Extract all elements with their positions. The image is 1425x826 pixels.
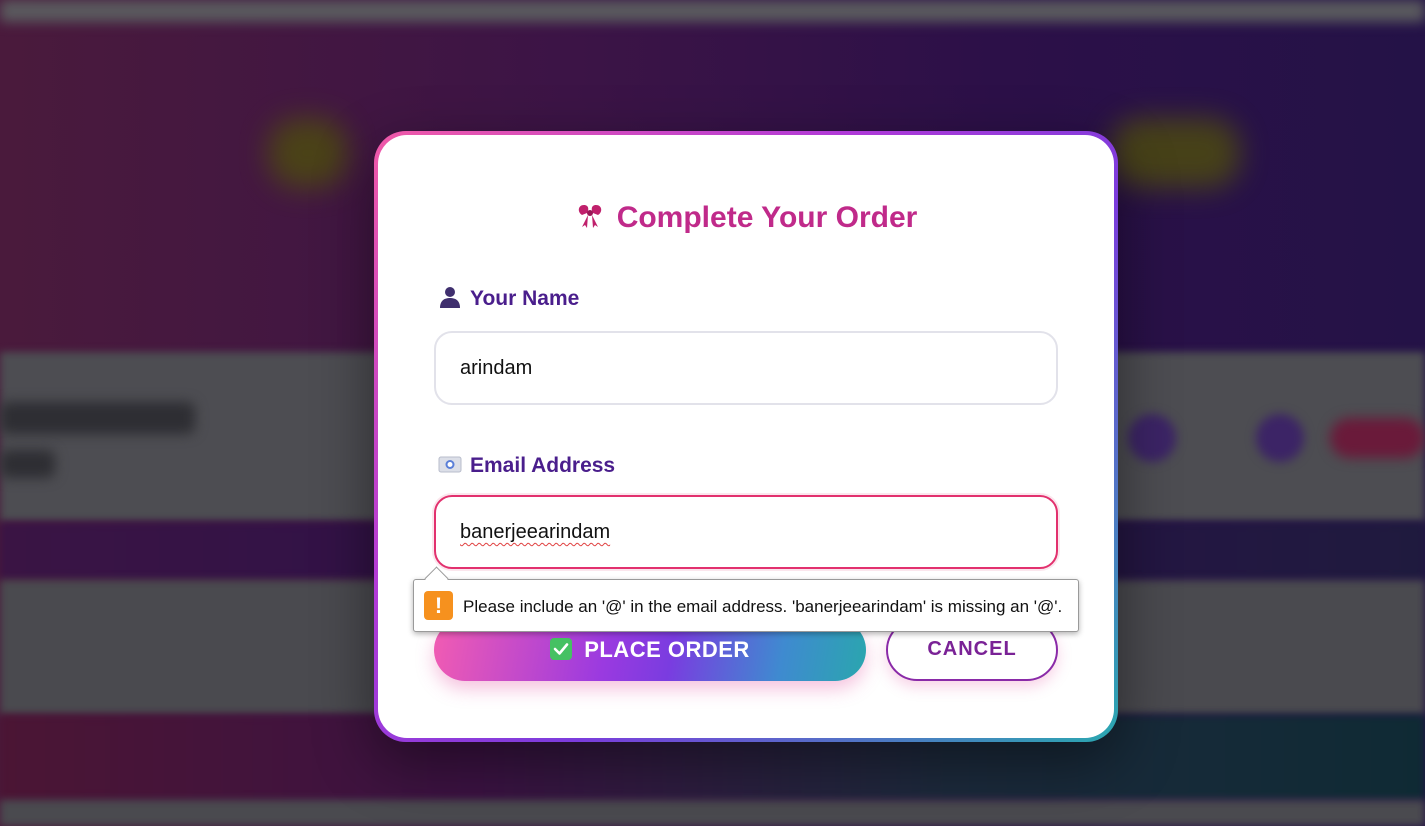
backdrop-title-blob: [268, 118, 348, 188]
backdrop-top-band: [0, 0, 1425, 22]
id-card-icon: [438, 456, 462, 473]
name-input[interactable]: arindam: [434, 331, 1058, 405]
backdrop-title-blob: [1110, 118, 1240, 188]
name-label: Your Name: [438, 285, 579, 311]
order-modal-frame: Complete Your Order Your Name arindam Em…: [374, 131, 1118, 742]
validation-tooltip: ! Please include an '@' in the email add…: [413, 579, 1079, 632]
backdrop-pink-blob: [1330, 418, 1425, 458]
email-input-value: banerjeearindam: [460, 521, 611, 543]
checkmark-icon: [550, 638, 573, 660]
cancel-label: CANCEL: [927, 638, 1017, 660]
ribbon-icon: [578, 205, 601, 228]
order-modal: Complete Your Order Your Name arindam Em…: [378, 135, 1114, 738]
backdrop-text-blob: [0, 450, 55, 478]
modal-title-text: Complete Your Order: [616, 201, 918, 234]
backdrop-footer: [0, 800, 1425, 826]
backdrop-dot: [1256, 414, 1304, 462]
backdrop-dot: [1128, 414, 1176, 462]
person-icon: [440, 287, 460, 308]
email-input[interactable]: banerjeearindam: [434, 495, 1058, 569]
warning-icon: !: [424, 591, 453, 620]
email-label-text: Email Address: [470, 454, 616, 477]
place-order-label: PLACE ORDER: [584, 637, 750, 662]
backdrop-text-blob: [0, 402, 195, 434]
modal-title: Complete Your Order: [378, 201, 1114, 235]
name-input-value: arindam: [460, 357, 533, 379]
name-label-text: Your Name: [470, 287, 580, 310]
email-label: Email Address: [438, 452, 615, 478]
validation-message: Please include an '@' in the email addre…: [463, 597, 1063, 616]
